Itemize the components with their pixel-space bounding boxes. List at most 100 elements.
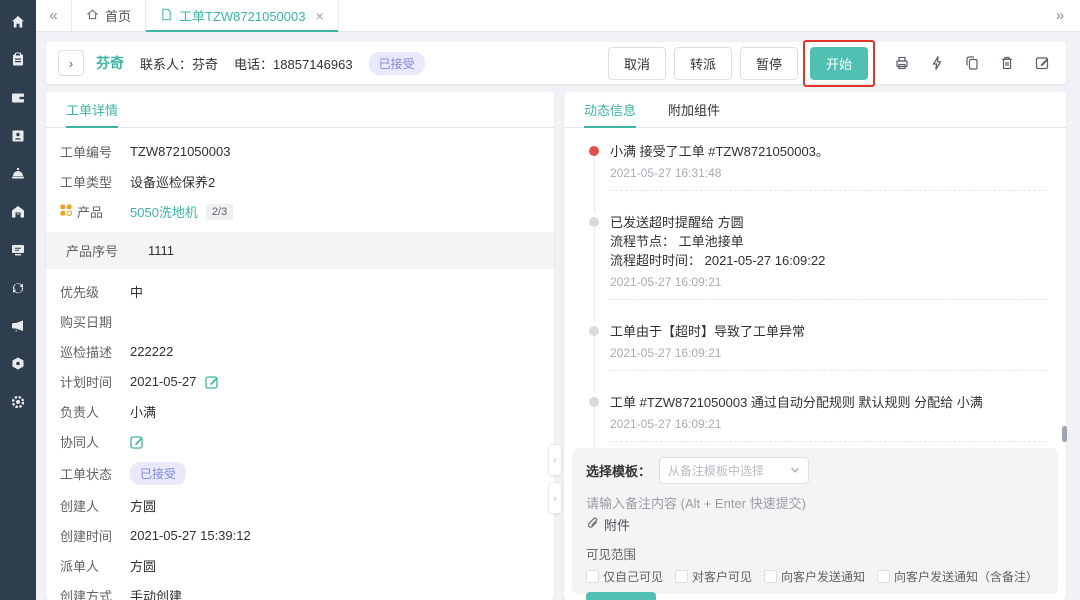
attachment-label: 附件 <box>604 515 630 534</box>
field-value <box>130 435 144 449</box>
checkbox-icon <box>586 570 599 583</box>
field-value: 小满 <box>130 402 156 421</box>
timeline-text: 流程超时时间： 2021-05-27 16:09:22 <box>610 251 1046 270</box>
field-label: 负责人 <box>60 402 130 421</box>
timeline-text: 流程节点： 工单池接单 <box>610 232 1046 251</box>
copy-icon[interactable] <box>960 51 984 75</box>
timeline-line <box>594 227 595 322</box>
tab-workorder-detail[interactable]: 工单详情 <box>66 92 118 127</box>
timeline-text: 工单由于【超时】导致了工单异常 <box>610 322 1046 341</box>
start-button[interactable]: 开始 <box>810 47 868 80</box>
checkbox-self-only[interactable]: 仅自己可见 <box>586 568 663 585</box>
sidebar-item-display[interactable] <box>0 232 36 270</box>
timeline-dot <box>589 397 599 407</box>
field-label: 创建人 <box>60 496 130 515</box>
tab-home[interactable]: 首页 <box>72 0 146 31</box>
note-input[interactable] <box>586 493 1044 511</box>
sidebar-item-orders[interactable] <box>0 42 36 80</box>
announcement-icon <box>10 318 26 337</box>
timeline-separator <box>610 441 1046 442</box>
timeline-separator <box>610 190 1046 191</box>
edit-pencil-icon[interactable] <box>130 435 144 449</box>
template-select[interactable]: 从备注模板中选择 <box>659 457 809 484</box>
status-badge: 已接受 <box>130 462 186 485</box>
plan-time-value: 2021-05-27 <box>130 374 197 389</box>
checkbox-customer-visible[interactable]: 对客户可见 <box>675 568 752 585</box>
lightning-icon[interactable] <box>925 51 949 75</box>
send-button[interactable]: 发送 <box>586 592 656 600</box>
field-label: 派单人 <box>60 556 130 575</box>
detail-fields: 工单编号 TZW8721050003 工单类型 设备巡检保养2 产品 5050洗… <box>46 128 554 600</box>
timeline-time: 2021-05-27 16:09:21 <box>610 417 1046 431</box>
tab-workorder[interactable]: 工单TZW8721050003 × <box>146 0 339 31</box>
panel-collapse-left-handle[interactable]: ‹ <box>548 444 562 476</box>
field-value: TZW8721050003 <box>130 144 230 159</box>
tab-activity-feed[interactable]: 动态信息 <box>584 92 636 127</box>
sidebar-item-service[interactable] <box>0 156 36 194</box>
sidebar-item-contacts[interactable] <box>0 118 36 156</box>
timeline-rail <box>578 142 610 213</box>
timeline-separator <box>610 299 1046 300</box>
field-row-priority: 优先级 中 <box>60 282 540 301</box>
field-label: 产品序号 <box>66 241 148 260</box>
field-label: 创建时间 <box>60 526 130 545</box>
field-label: 产品 <box>60 202 130 221</box>
attachment-button[interactable]: 附件 <box>586 515 1044 534</box>
phone-label: 电话： <box>234 57 273 72</box>
field-value: 方圆 <box>130 496 156 515</box>
sidebar-item-location[interactable] <box>0 346 36 384</box>
product-grid-icon <box>60 204 72 219</box>
edit-icon[interactable] <box>1030 51 1054 75</box>
field-value: 已接受 <box>130 462 186 485</box>
sidebar-item-cards[interactable] <box>0 80 36 118</box>
field-row-creator: 创建人 方圆 <box>60 496 540 515</box>
phone-field: 电话：18857146963 <box>234 54 353 73</box>
customer-name-link[interactable]: 芬奇 <box>96 53 124 73</box>
contact-value: 芬奇 <box>192 57 218 72</box>
timeline-body: 小满 接受了工单 #TZW8721050003。 2021-05-27 16:3… <box>610 142 1046 213</box>
timeline-time: 2021-05-27 16:09:21 <box>610 346 1046 360</box>
cancel-button[interactable]: 取消 <box>608 47 666 80</box>
chevron-double-left-icon: « <box>49 7 57 24</box>
sidebar-item-home[interactable] <box>0 4 36 42</box>
sidebar-item-settings[interactable] <box>0 384 36 422</box>
field-value: 2021-05-27 15:39:12 <box>130 528 251 543</box>
field-value: 中 <box>130 282 143 301</box>
checkbox-icon <box>675 570 688 583</box>
scrollbar-thumb[interactable] <box>1062 426 1067 442</box>
tabs-collapse-button[interactable]: « <box>36 0 72 31</box>
field-label-text: 产品 <box>77 202 103 221</box>
timeline-separator <box>610 370 1046 371</box>
transfer-button[interactable]: 转派 <box>674 47 732 80</box>
document-icon <box>160 8 173 24</box>
detail-expand-button[interactable]: › <box>58 50 84 76</box>
field-row-status: 工单状态 已接受 <box>60 462 540 485</box>
tabs-expand-button[interactable]: » <box>1040 0 1080 31</box>
chevron-double-right-icon: » <box>1056 7 1064 24</box>
tab-addons[interactable]: 附加组件 <box>668 92 720 127</box>
sidebar-item-dispatch[interactable] <box>0 270 36 308</box>
checkbox-notify-with-note[interactable]: 向客户发送通知（含备注） <box>877 568 1038 585</box>
trash-icon[interactable] <box>995 51 1019 75</box>
timeline-dot <box>589 326 599 336</box>
panel-collapse-right-handle[interactable]: › <box>548 482 562 514</box>
printer-icon[interactable] <box>890 51 914 75</box>
product-link[interactable]: 5050洗地机 <box>130 202 198 221</box>
edit-pencil-icon[interactable] <box>205 375 219 389</box>
tab-close-icon[interactable]: × <box>315 8 323 24</box>
field-value: 1111 <box>148 243 174 258</box>
timeline-body: 工单由于【超时】导致了工单异常 2021-05-27 16:09:21 <box>610 322 1046 393</box>
pause-button[interactable]: 暂停 <box>740 47 798 80</box>
sidebar-item-announce[interactable] <box>0 308 36 346</box>
sidebar-item-warehouse[interactable] <box>0 194 36 232</box>
field-row-product: 产品 5050洗地机 2/3 <box>60 202 540 221</box>
field-value: 手动创建 <box>130 586 182 600</box>
timeline-entry: 工单由于【超时】导致了工单异常 2021-05-27 16:09:21 <box>578 322 1046 393</box>
timeline-rail <box>578 322 610 393</box>
dispatch-icon <box>10 280 26 299</box>
template-select-placeholder: 从备注模板中选择 <box>668 462 764 479</box>
chevron-right-icon: › <box>554 493 557 503</box>
checkbox-notify-customer[interactable]: 向客户发送通知 <box>764 568 865 585</box>
template-label: 选择模板： <box>586 461 651 480</box>
checkbox-icon <box>877 570 890 583</box>
